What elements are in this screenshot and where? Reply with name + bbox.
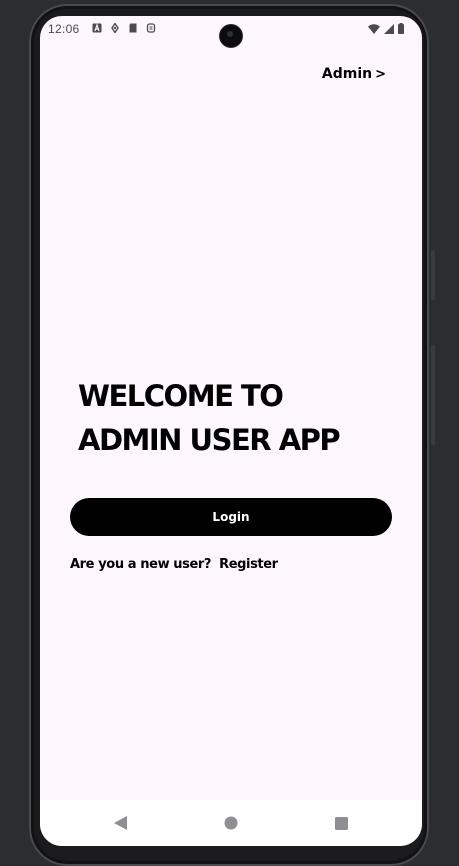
cat-icon xyxy=(146,23,156,33)
home-icon xyxy=(224,816,238,830)
welcome-line-2: ADMIN USER APP xyxy=(78,423,341,457)
welcome-line-1: WELCOME TO xyxy=(78,379,284,413)
admin-link[interactable]: Admin > xyxy=(322,66,386,82)
admin-link-label: Admin xyxy=(321,66,373,82)
register-link[interactable]: Register xyxy=(219,557,278,572)
battery-icon xyxy=(398,23,404,34)
data-saver-icon xyxy=(111,23,119,33)
new-user-prompt: Are you a new user? xyxy=(70,557,212,572)
status-time: 12:06 xyxy=(48,22,80,36)
recents-button[interactable] xyxy=(332,814,350,832)
status-notification-icons xyxy=(92,23,156,33)
sd-card-icon xyxy=(129,23,137,33)
power-button xyxy=(431,250,435,300)
cell-signal-icon xyxy=(384,23,394,34)
chevron-right-icon: > xyxy=(375,66,386,82)
home-button[interactable] xyxy=(222,814,240,832)
recents-icon xyxy=(334,816,348,830)
volume-button xyxy=(431,345,435,445)
status-system-icons xyxy=(368,23,404,34)
welcome-heading: WELCOME TO ADMIN USER APP xyxy=(78,374,341,462)
navigation-bar xyxy=(40,800,422,846)
back-button[interactable] xyxy=(111,814,129,832)
app-screen: 12:06 Admin > WELCOME TO ADMIN USER APP … xyxy=(40,16,422,846)
wifi-icon xyxy=(368,23,380,34)
front-camera xyxy=(220,25,242,47)
back-icon xyxy=(113,816,127,830)
login-button[interactable]: Login xyxy=(70,498,392,536)
accessibility-a-icon xyxy=(92,23,102,33)
register-prompt: Are you a new user? Register xyxy=(70,557,278,572)
